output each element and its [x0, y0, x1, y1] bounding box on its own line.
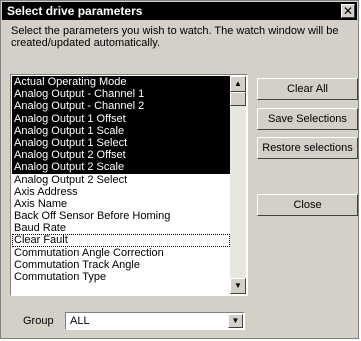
list-item[interactable]: Analog Output 2 Select: [12, 174, 230, 186]
group-label: Group: [23, 315, 54, 327]
parameter-listbox[interactable]: Actual Operating Mode Analog Output - Cha…: [10, 74, 248, 296]
clear-all-button[interactable]: Clear All: [257, 78, 358, 100]
instructions-text: Select the parameters you wish to watch.…: [11, 25, 339, 49]
list-item[interactable]: Analog Output 2 Scale: [12, 161, 230, 174]
title-bar[interactable]: Select drive parameters ✕: [2, 2, 357, 20]
list-item[interactable]: Analog Output 1 Offset: [12, 112, 230, 125]
list-item[interactable]: Analog Output 1 Select: [12, 136, 230, 150]
group-value: ALL: [70, 315, 90, 327]
list-scrollbar[interactable]: ▲ ▼: [230, 76, 246, 294]
window-title: Select drive parameters: [7, 4, 143, 18]
list-item[interactable]: Analog Output 2 Offset: [12, 149, 230, 162]
list-item[interactable]: Back Off Sensor Before Homing: [12, 210, 230, 222]
group-dropdown[interactable]: ALL ▼: [65, 312, 245, 330]
close-button[interactable]: Close: [257, 194, 358, 216]
scroll-thumb[interactable]: [230, 92, 246, 106]
list-item[interactable]: Clear Fault: [12, 234, 230, 247]
close-window-button[interactable]: ✕: [341, 4, 355, 18]
list-item[interactable]: Commutation Angle Correction: [12, 247, 230, 259]
list-item[interactable]: Axis Name: [12, 198, 230, 210]
scroll-down-icon[interactable]: ▼: [230, 278, 246, 294]
list-item[interactable]: Analog Output - Channel 1: [12, 88, 230, 101]
restore-selections-button[interactable]: Restore selections: [257, 137, 358, 159]
chevron-down-icon[interactable]: ▼: [228, 314, 243, 328]
list-item[interactable]: Actual Operating Mode: [12, 76, 230, 89]
scroll-up-icon[interactable]: ▲: [230, 76, 246, 92]
parameter-list[interactable]: Actual Operating Mode Analog Output - Cha…: [12, 76, 230, 294]
list-item[interactable]: Commutation Type: [12, 271, 230, 283]
list-item[interactable]: Axis Address: [12, 186, 230, 198]
list-item[interactable]: Analog Output 1 Scale: [12, 124, 230, 137]
save-selections-button[interactable]: Save Selections: [257, 108, 358, 130]
list-item[interactable]: Baud Rate: [12, 222, 230, 234]
list-item[interactable]: Commutation Track Angle: [12, 259, 230, 271]
select-drive-parameters-dialog: Select drive parameters ✕ Select the par…: [0, 0, 359, 339]
list-item[interactable]: Analog Output - Channel 2: [12, 100, 230, 113]
